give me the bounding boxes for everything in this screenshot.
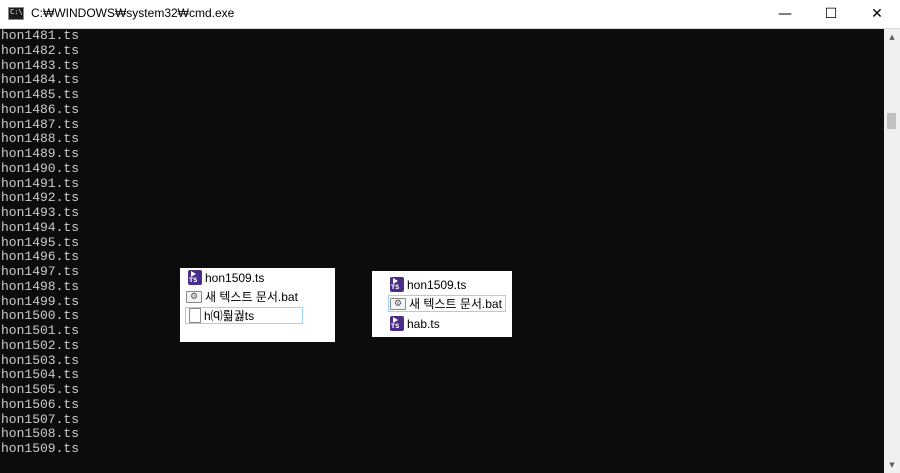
console-line: hon1485.ts <box>1 87 80 102</box>
console-line: hon1493.ts <box>1 205 80 220</box>
window-title: C:₩WINDOWS₩system32₩cmd.exe <box>31 6 235 20</box>
scroll-down-icon[interactable]: ▼ <box>884 457 900 473</box>
maximize-button[interactable]: ☐ <box>808 0 854 28</box>
console-output[interactable]: hon1481.ts hon1482.ts hon1483.ts hon1484.ts… <box>0 29 884 473</box>
file-item-hab[interactable]: hab.ts <box>390 315 508 332</box>
minimize-icon: — <box>778 6 792 22</box>
console-lines: hon1481.ts hon1482.ts hon1483.ts hon1484.ts… <box>0 29 884 457</box>
console-line: hon1505.ts <box>1 382 80 397</box>
console-line: hon1487.ts <box>1 116 80 132</box>
close-button[interactable]: ✕ <box>854 0 900 28</box>
bat-file-icon <box>390 297 406 310</box>
console-line: hon1507.ts <box>1 411 80 427</box>
maximize-icon: ☐ <box>824 6 838 22</box>
console-line: hon1488.ts <box>1 131 80 147</box>
file-item-renaming[interactable]: h⒬뤎궗ts <box>185 307 303 324</box>
console-line: hon1502.ts <box>1 337 80 353</box>
console-line: hon1504.ts <box>1 367 80 383</box>
cmd-icon: C:\ <box>8 7 24 20</box>
console-line: hon1508.ts <box>1 426 80 442</box>
console-line: hon1509.ts <box>1 441 80 456</box>
file-item-label: hon1509.ts <box>205 270 265 285</box>
document-icon <box>189 308 201 323</box>
console-line: hon1482.ts <box>1 42 80 58</box>
file-item-bat[interactable]: 새 텍스트 문서.bat <box>186 288 328 305</box>
console-line: hon1490.ts <box>1 160 80 176</box>
console-line: hon1506.ts <box>1 396 80 412</box>
close-icon: ✕ <box>871 6 883 22</box>
scrollbar-thumb[interactable] <box>887 113 896 129</box>
console-line: hon1494.ts <box>1 219 80 235</box>
console-line: hon1495.ts <box>1 234 80 250</box>
minimize-button[interactable]: — <box>762 0 808 28</box>
file-item-bat[interactable]: 새 텍스트 문서.bat <box>388 295 506 312</box>
file-item-label: h⒬뤎궗ts <box>204 309 255 323</box>
ts-video-icon <box>390 277 404 292</box>
console-line: hon1492.ts <box>1 190 80 206</box>
console-line: hon1481.ts <box>1 29 80 43</box>
file-item-label: 새 텍스트 문서.bat <box>205 290 298 304</box>
scroll-up-icon[interactable]: ▲ <box>884 29 900 45</box>
cmd-icon-text: C:\ <box>10 8 23 16</box>
file-item-hon1509[interactable]: hon1509.ts <box>188 269 328 286</box>
console-line: hon1484.ts <box>1 72 80 88</box>
file-list-panel-left: hon1509.ts 새 텍스트 문서.bat h⒬뤎궗ts <box>180 268 335 342</box>
file-item-label: 새 텍스트 문서.bat <box>409 297 502 311</box>
title-bar[interactable]: C:\ C:₩WINDOWS₩system32₩cmd.exe — ☐ ✕ <box>0 0 900 29</box>
console-line: hon1483.ts <box>1 57 80 73</box>
console-line: hon1496.ts <box>1 249 80 265</box>
vertical-scrollbar[interactable]: ▲ ▼ <box>884 29 900 473</box>
ts-video-icon <box>390 316 404 331</box>
file-list-panel-right: hon1509.ts 새 텍스트 문서.bat hab.ts <box>372 271 512 337</box>
ts-video-icon <box>188 270 202 285</box>
bat-file-icon <box>186 290 202 303</box>
console-line: hon1489.ts <box>1 146 80 161</box>
console-line: hon1486.ts <box>1 101 80 117</box>
file-item-label: hab.ts <box>407 316 440 331</box>
console-line: hon1503.ts <box>1 352 80 368</box>
file-item-label: hon1509.ts <box>407 277 467 292</box>
file-item-hon1509[interactable]: hon1509.ts <box>390 276 508 293</box>
console-line: hon1491.ts <box>1 175 80 191</box>
